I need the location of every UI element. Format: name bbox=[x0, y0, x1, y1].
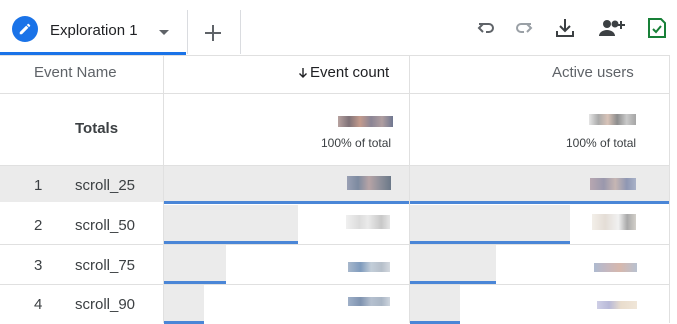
redacted-value bbox=[597, 301, 637, 309]
tab-divider bbox=[240, 10, 241, 54]
add-tab-plus-icon[interactable] bbox=[200, 20, 226, 46]
event-name[interactable]: scroll_75 bbox=[75, 257, 135, 274]
event-count-bar bbox=[164, 281, 226, 284]
column-header-active-users[interactable]: Active users bbox=[552, 64, 634, 81]
totals-label: Totals bbox=[75, 120, 119, 137]
redacted-value bbox=[348, 262, 390, 272]
column-header-event-name[interactable]: Event Name bbox=[34, 64, 117, 81]
active-users-bar bbox=[410, 201, 669, 204]
column-divider bbox=[409, 55, 410, 323]
event-count-bar bbox=[164, 241, 298, 244]
row-index: 1 bbox=[34, 177, 43, 194]
edit-pencil-icon[interactable] bbox=[12, 16, 38, 42]
grid-line bbox=[0, 93, 669, 94]
redacted-value bbox=[590, 178, 636, 190]
redacted-value bbox=[338, 116, 393, 127]
event-count-bar-bg bbox=[164, 205, 298, 241]
tab-exploration-1[interactable]: Exploration 1 bbox=[0, 0, 186, 52]
grid-line bbox=[0, 55, 669, 56]
active-users-bar-bg bbox=[410, 205, 570, 241]
redacted-value bbox=[594, 263, 637, 272]
column-header-event-count[interactable]: Event count bbox=[298, 64, 389, 81]
grid-line bbox=[0, 284, 669, 285]
grid-line bbox=[0, 244, 669, 245]
redacted-value bbox=[592, 214, 636, 230]
download-icon[interactable] bbox=[553, 16, 577, 40]
column-header-label: Event count bbox=[310, 64, 390, 81]
sort-desc-arrow-icon bbox=[299, 67, 307, 78]
table-right-edge bbox=[669, 55, 670, 323]
event-name[interactable]: scroll_50 bbox=[75, 217, 135, 234]
share-people-icon[interactable] bbox=[598, 16, 626, 40]
redacted-value bbox=[346, 215, 390, 229]
event-count-bar-bg bbox=[164, 285, 204, 321]
active-users-bar bbox=[410, 281, 496, 284]
active-users-bar bbox=[410, 241, 570, 244]
undo-icon[interactable] bbox=[474, 16, 498, 40]
redacted-value bbox=[348, 297, 390, 306]
active-users-bar-bg bbox=[410, 285, 460, 321]
active-users-bar-bg bbox=[410, 245, 496, 281]
exploration-toolbar: Exploration 1 bbox=[0, 0, 677, 56]
event-count-pct-of-total: 100% of total bbox=[321, 136, 392, 150]
row-index: 4 bbox=[34, 296, 43, 313]
check-save-icon[interactable] bbox=[645, 16, 669, 40]
event-count-bar bbox=[164, 201, 409, 204]
redacted-value bbox=[347, 176, 391, 190]
event-count-bar-bg bbox=[164, 245, 226, 281]
row-index: 2 bbox=[34, 217, 43, 234]
active-users-pct-of-total: 100% of total bbox=[566, 136, 637, 150]
event-name[interactable]: scroll_25 bbox=[75, 177, 135, 194]
redo-icon[interactable] bbox=[512, 16, 536, 40]
event-name[interactable]: scroll_90 bbox=[75, 296, 135, 313]
row-index: 3 bbox=[34, 257, 43, 274]
redacted-value bbox=[589, 114, 636, 125]
column-divider bbox=[163, 55, 164, 323]
tab-title[interactable]: Exploration 1 bbox=[50, 22, 138, 39]
caret-down-icon[interactable] bbox=[158, 24, 170, 42]
tab-divider bbox=[187, 10, 188, 54]
